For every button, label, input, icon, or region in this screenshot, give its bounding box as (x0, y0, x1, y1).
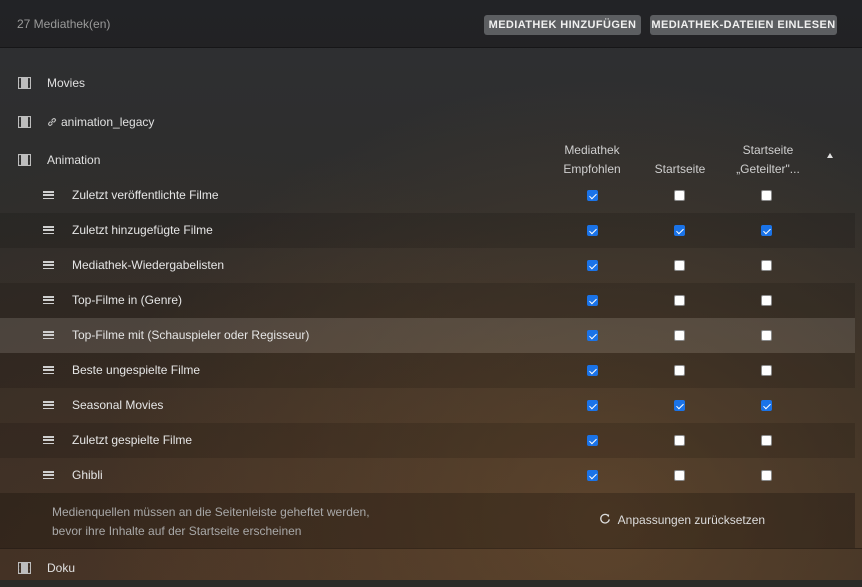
drag-handle-icon[interactable] (43, 401, 54, 410)
library-name[interactable]: Movies (47, 76, 85, 90)
library-name[interactable]: Doku (47, 561, 75, 575)
recommended-checkbox[interactable] (587, 225, 598, 236)
shared-home-checkbox[interactable] (761, 365, 772, 376)
home-checkbox[interactable] (674, 260, 685, 271)
recommended-checkbox[interactable] (587, 260, 598, 271)
library-settings-panel: 27 Mediathek(en) MEDIATHEK HINZUFÜGEN ME… (0, 0, 862, 580)
collapse-caret-icon[interactable] (827, 153, 833, 158)
film-icon (18, 77, 31, 89)
home-checkbox[interactable] (674, 470, 685, 481)
hub-row: Top-Filme mit (Schauspieler oder Regisse… (0, 318, 855, 353)
column-header-home: Startseite (654, 162, 706, 176)
hub-row: Mediathek-Wiedergabelisten (0, 248, 855, 283)
home-checkbox[interactable] (674, 330, 685, 341)
reset-customizations-button[interactable]: Anpassungen zurücksetzen (599, 513, 765, 527)
drag-handle-icon[interactable] (43, 191, 54, 200)
library-row-movies[interactable]: Movies (0, 64, 862, 102)
column-header-line: Empfohlen (563, 162, 621, 176)
home-checkbox[interactable] (674, 365, 685, 376)
hub-row: Ghibli (0, 458, 855, 493)
home-checkbox[interactable] (674, 295, 685, 306)
note-line: bevor ihre Inhalte auf der Startseite er… (52, 524, 302, 538)
home-checkbox[interactable] (674, 435, 685, 446)
hub-row: Zuletzt gespielte Filme (0, 423, 855, 458)
drag-handle-icon[interactable] (43, 296, 54, 305)
recommended-checkbox[interactable] (587, 400, 598, 411)
recommended-checkbox[interactable] (587, 470, 598, 481)
hub-label: Top-Filme in (Genre) (72, 293, 183, 307)
hub-row: Zuletzt veröffentlichte Filme (0, 178, 855, 213)
reset-icon (600, 513, 610, 524)
recommended-checkbox[interactable] (587, 190, 598, 201)
film-icon (18, 562, 31, 574)
hub-row: Zuletzt hinzugefügte Filme (0, 213, 855, 248)
hub-label: Zuletzt hinzugefügte Filme (72, 223, 213, 237)
hub-label: Zuletzt veröffentlichte Filme (72, 188, 219, 202)
drag-handle-icon[interactable] (43, 436, 54, 445)
shared-home-checkbox[interactable] (761, 260, 772, 271)
library-row-doku[interactable]: Doku (0, 549, 862, 587)
shared-home-checkbox[interactable] (761, 400, 772, 411)
shared-home-checkbox[interactable] (761, 225, 772, 236)
scan-library-files-button[interactable]: MEDIATHEK-DATEIEN EINLESEN (650, 15, 837, 35)
library-count: 27 Mediathek(en) (17, 17, 111, 31)
library-toolbar: 27 Mediathek(en) MEDIATHEK HINZUFÜGEN ME… (0, 0, 862, 48)
column-header-line: Startseite (742, 143, 794, 157)
column-header-line: Mediathek (564, 143, 620, 157)
hub-label: Mediathek-Wiedergabelisten (72, 258, 225, 272)
column-header-line: „Geteilter"... (736, 162, 800, 176)
recommended-checkbox[interactable] (587, 330, 598, 341)
hub-label: Zuletzt gespielte Filme (72, 433, 193, 447)
drag-handle-icon[interactable] (43, 261, 54, 270)
hub-row: Seasonal Movies (0, 388, 855, 423)
film-icon (18, 154, 31, 166)
pin-sources-note: Medienquellen müssen an die Seitenleiste… (52, 503, 370, 541)
shared-home-checkbox[interactable] (761, 190, 772, 201)
library-name[interactable]: Animation (47, 153, 100, 167)
shared-home-checkbox[interactable] (761, 295, 772, 306)
recommended-checkbox[interactable] (587, 435, 598, 446)
note-line: Medienquellen müssen an die Seitenleiste… (52, 505, 370, 519)
recommended-checkbox[interactable] (587, 295, 598, 306)
home-checkbox[interactable] (674, 225, 685, 236)
drag-handle-icon[interactable] (43, 471, 54, 480)
film-icon (18, 116, 31, 128)
shared-home-checkbox[interactable] (761, 435, 772, 446)
hub-settings-footer: Medienquellen müssen an die Seitenleiste… (0, 493, 855, 548)
drag-handle-icon[interactable] (43, 226, 54, 235)
hub-row: Beste ungespielte Filme (0, 353, 855, 388)
hub-label: Ghibli (72, 468, 103, 482)
library-name[interactable]: animation_legacy (61, 115, 154, 129)
column-header-shared: Startseite „Geteilter"... (729, 141, 807, 179)
link-icon (48, 118, 56, 126)
reset-label[interactable]: Anpassungen zurücksetzen (618, 513, 765, 527)
library-row-animation-legacy[interactable]: animation_legacy (0, 103, 862, 141)
hub-label: Beste ungespielte Filme (72, 363, 201, 377)
shared-home-checkbox[interactable] (761, 470, 772, 481)
column-header-recommended: Mediathek Empfohlen (556, 141, 628, 179)
hub-row: Top-Filme in (Genre) (0, 283, 855, 318)
home-checkbox[interactable] (674, 190, 685, 201)
hub-label: Seasonal Movies (72, 398, 164, 412)
hub-label: Top-Filme mit (Schauspieler oder Regisse… (72, 328, 310, 342)
recommended-checkbox[interactable] (587, 365, 598, 376)
add-library-button[interactable]: MEDIATHEK HINZUFÜGEN (484, 15, 641, 35)
shared-home-checkbox[interactable] (761, 330, 772, 341)
drag-handle-icon[interactable] (43, 366, 54, 375)
drag-handle-icon[interactable] (43, 331, 54, 340)
home-checkbox[interactable] (674, 400, 685, 411)
